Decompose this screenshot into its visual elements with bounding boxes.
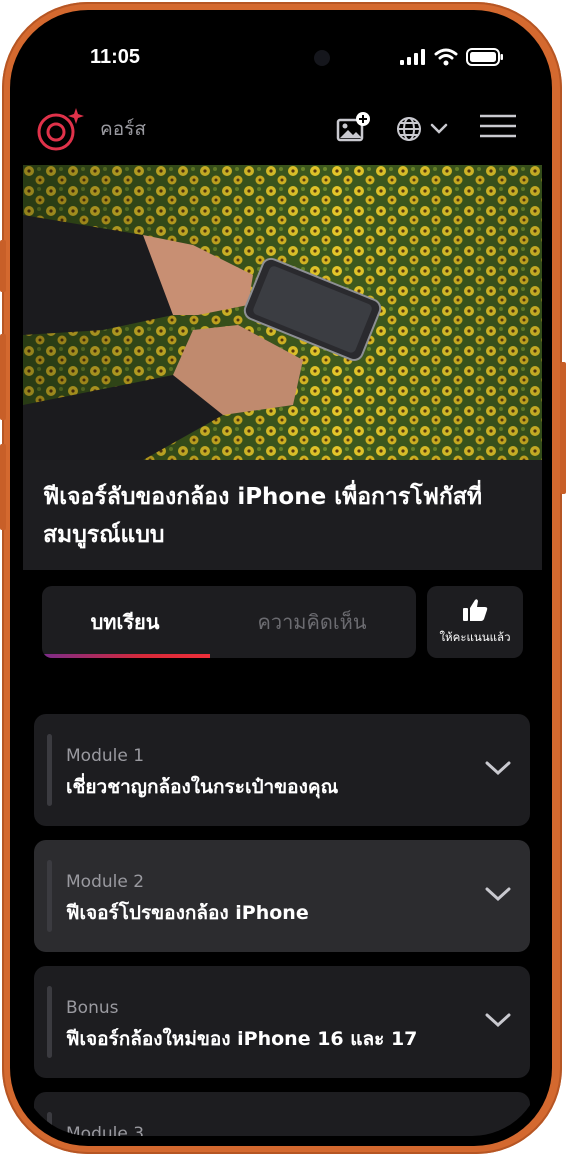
status-time: 11:05 xyxy=(90,46,141,68)
tab-lessons[interactable]: บทเรียน xyxy=(42,586,208,658)
active-tab-indicator xyxy=(42,654,210,658)
language-selector[interactable] xyxy=(396,116,448,142)
module-item[interactable]: Module 2 ฟีเจอร์โปรของกล้อง iPhone xyxy=(34,840,530,952)
module-bar xyxy=(47,860,52,932)
module-bar xyxy=(47,734,52,806)
cellular-signal-icon xyxy=(400,49,425,65)
rated-button[interactable]: ให้คะแนนแล้ว xyxy=(427,586,523,658)
course-hero-image xyxy=(23,165,542,460)
course-title-card: ฟีเจอร์ลับของกล้อง iPhone เพื่อการโฟกัสท… xyxy=(23,460,542,570)
tab-comments[interactable]: ความคิดเห็น xyxy=(208,586,416,658)
module-title: ฟีเจอร์กล้องใหม่ของ iPhone 16 และ 17 xyxy=(66,1028,418,1050)
chevron-down-icon[interactable] xyxy=(484,758,512,780)
wifi-icon xyxy=(434,48,458,66)
module-item[interactable]: Bonus ฟีเจอร์กล้องใหม่ของ iPhone 16 และ … xyxy=(34,966,530,1078)
module-title: เชี่ยวชาญกล้องในกระเป๋าของคุณ xyxy=(66,776,339,798)
rated-label: ให้คะแนนแล้ว xyxy=(439,630,511,644)
brand-label: คอร์ส xyxy=(100,118,146,140)
module-item[interactable]: Module 1 เชี่ยวชาญกล้องในกระเป๋าของคุณ xyxy=(34,714,530,826)
chevron-down-icon[interactable] xyxy=(484,884,512,906)
menu-button[interactable] xyxy=(480,114,516,138)
menu-icon xyxy=(480,114,516,138)
battery-icon xyxy=(466,48,503,66)
brand-logo-icon[interactable] xyxy=(32,104,84,152)
globe-icon xyxy=(397,117,421,141)
hero-photo xyxy=(23,165,542,460)
module-kicker: Module 2 xyxy=(66,872,145,892)
power-button xyxy=(560,362,566,494)
module-kicker: Bonus xyxy=(66,998,119,1018)
module-item[interactable]: Module 3 xyxy=(34,1092,530,1136)
tab-bar: บทเรียน ความคิดเห็น xyxy=(42,586,416,658)
course-title: ฟีเจอร์ลับของกล้อง iPhone เพื่อการโฟกัสท… xyxy=(43,484,483,548)
module-bar xyxy=(47,986,52,1058)
volume-up-button xyxy=(0,334,6,420)
thumbs-up-icon xyxy=(463,599,488,621)
module-title: ฟีเจอร์โปรของกล้อง iPhone xyxy=(66,902,309,924)
status-icons xyxy=(400,48,504,66)
chevron-down-icon[interactable] xyxy=(484,1010,512,1032)
dynamic-island xyxy=(206,34,358,82)
front-camera xyxy=(314,50,330,66)
screen: 11:05 คอร์ส ฟีเจอร์ลับของกล้อง iPhone เพ… xyxy=(20,20,542,1136)
add-photo-button[interactable] xyxy=(336,110,374,146)
volume-down-button xyxy=(0,444,6,530)
add-photo-icon xyxy=(336,112,370,142)
module-bar xyxy=(47,1112,52,1136)
action-button xyxy=(0,240,6,292)
app-header: คอร์ส xyxy=(20,94,542,164)
module-kicker: Module 3 xyxy=(66,1124,145,1136)
chevron-down-icon xyxy=(430,123,448,134)
module-kicker: Module 1 xyxy=(66,746,145,766)
